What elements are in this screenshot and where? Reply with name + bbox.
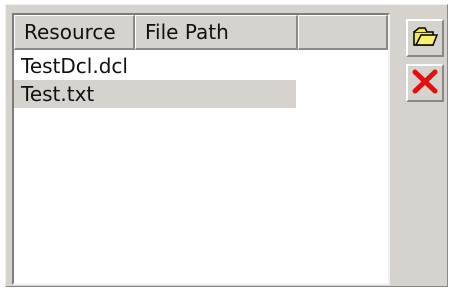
open-folder-icon bbox=[411, 23, 439, 53]
column-header-resource[interactable]: Resource bbox=[14, 15, 135, 50]
list-item[interactable]: TestDcl.dcl bbox=[14, 52, 296, 80]
column-header-filler bbox=[298, 15, 388, 50]
open-file-button[interactable] bbox=[406, 19, 444, 57]
list-item-resource: Test.txt bbox=[21, 82, 95, 106]
resource-list[interactable]: Resource File Path TestDcl.dcl Test.txt bbox=[12, 13, 390, 285]
list-item-resource: TestDcl.dcl bbox=[21, 54, 128, 78]
list-item-selected[interactable]: Test.txt bbox=[14, 80, 296, 108]
remove-button[interactable] bbox=[406, 64, 444, 102]
list-rows: TestDcl.dcl Test.txt bbox=[14, 52, 388, 108]
list-header: Resource File Path bbox=[14, 15, 388, 50]
delete-x-icon bbox=[411, 67, 439, 99]
column-header-file-path[interactable]: File Path bbox=[135, 15, 298, 50]
